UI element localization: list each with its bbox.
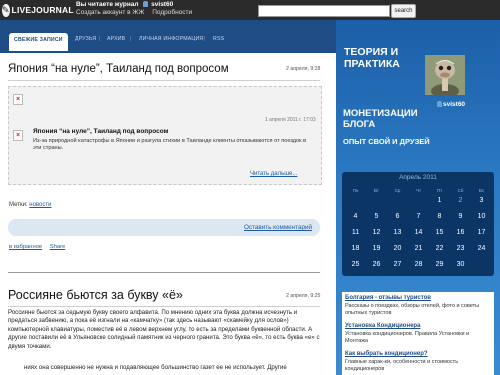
calendar-day: 1 [437, 197, 442, 204]
calendar-day: 10 [477, 213, 486, 220]
calendar-day: 17 [477, 229, 486, 236]
calendar-day: 3 [479, 197, 484, 204]
calendar-day: 24 [477, 245, 486, 252]
calendar-weekday: Чт [415, 188, 422, 193]
calendar-day: 5 [374, 213, 379, 220]
ad-text: Рассказы о поездках, обзоры отелей, фото… [345, 303, 480, 316]
post-divider [8, 306, 320, 307]
calendar-day: 12 [372, 229, 381, 236]
calendar-month[interactable]: Апрель 2011 [342, 174, 494, 181]
ad-block: Болгария - отзывы туристов Рассказы о по… [342, 292, 494, 375]
calendar-day: 27 [393, 261, 402, 268]
calendar-day: 21 [414, 245, 423, 252]
tab-separator: | [130, 36, 132, 42]
top-bar: ✎ LIVEJOURNAL Вы читаете журнал svist60 … [0, 0, 500, 20]
calendar-weekday: Сб [457, 188, 464, 193]
user-icon [143, 1, 149, 7]
post-separator [8, 272, 320, 273]
calendar-weekday: Пн [352, 188, 359, 193]
calendar-day: 18 [351, 245, 360, 252]
read-more-link[interactable]: Читать дальше... [250, 171, 297, 177]
calendar-day: 30 [456, 261, 465, 268]
calendar-day: 13 [393, 229, 402, 236]
comment-bar: Оставить комментарий [8, 219, 320, 236]
tags-label: Метки: [9, 202, 28, 208]
calendar-weekday: Ср [394, 188, 401, 193]
tab-separator: | [204, 36, 206, 42]
post-body-paragraph: ниях она совершенно не нужна и подавляющ… [24, 364, 287, 371]
reading-info: Вы читаете журнал svist60 Создать аккаун… [76, 1, 198, 17]
search-input[interactable] [258, 5, 390, 17]
calendar-weekday: Вс [478, 188, 485, 193]
embedded-article: × 1 апреля 2011 г. 17:03 × Япония “на ну… [8, 86, 322, 185]
tab-rss[interactable]: RSS [213, 36, 224, 42]
post-date[interactable]: 2 апреля, 9:25 [286, 293, 320, 299]
post-title[interactable]: Япония “на нуле”, Таиланд под вопросом [8, 63, 229, 75]
calendar-day: 6 [395, 213, 400, 220]
post-date[interactable]: 2 апреля, 9:28 [286, 66, 320, 72]
calendar-day: 22 [435, 245, 444, 252]
reading-label: Вы читаете журнал [76, 1, 139, 8]
calendar-day: 28 [414, 261, 423, 268]
calendar-day: 7 [416, 213, 421, 220]
user-icon [437, 101, 442, 107]
embed-title[interactable]: Япония “на нуле”, Таиланд под вопросом [33, 128, 168, 135]
logo-icon: ✎ [2, 3, 10, 17]
post-tags: Метки: новости [9, 202, 52, 208]
create-account-link[interactable]: Создать аккаунт в ЖЖ [76, 9, 144, 16]
journal-user-link[interactable]: svist60 [151, 1, 173, 8]
calendar-day: 25 [351, 261, 360, 268]
calendar-day: 9 [458, 213, 463, 220]
ad-text: Главные харак-ки, особенности и стоимост… [345, 359, 459, 372]
broken-image-icon: × [13, 130, 23, 141]
livejournal-logo[interactable]: ✎ LIVEJOURNAL [2, 2, 74, 18]
calendar-day: 19 [372, 245, 381, 252]
journal-subtitle-2: ОПЫТ СВОЙ И ДРУЗЕЙ [343, 137, 430, 146]
calendar-weekday: Пт [436, 188, 443, 193]
calendar-day: 4 [353, 213, 358, 220]
ad-title[interactable]: Как выбрать кондиционер? [345, 351, 428, 357]
post-actions: в избранное Share [9, 244, 71, 250]
calendar-day: 14 [414, 229, 423, 236]
post-title[interactable]: Россияне бьются за букву «ё» [8, 288, 183, 302]
calendar-day[interactable]: 2 [450, 197, 471, 204]
journal-title[interactable]: ТЕОРИЯ И ПРАКТИКА [344, 46, 424, 70]
ad-title[interactable]: Болгария - отзывы туристов [345, 295, 431, 301]
ostrich-avatar-icon [425, 55, 465, 95]
tab-separator: | [99, 36, 101, 42]
tab-friends[interactable]: ДРУЗЬЯ [75, 36, 96, 42]
calendar-day: 11 [351, 229, 360, 236]
journal-subtitle: МОНЕТИЗАЦИИ БЛОГА [343, 108, 418, 130]
share-link[interactable]: Share [50, 244, 65, 250]
ad-text: Установка кондиционеров. Правила Установ… [345, 331, 470, 344]
calendar-day: 15 [435, 229, 444, 236]
calendar: Апрель 2011 Пн Вт Ср Чт Пт Сб Вс 1 2 3 4 5 6 7 8 9 10 11 1… [342, 172, 494, 276]
embed-date: 1 апреля 2011 г. 17:03 [265, 117, 316, 123]
ad-title[interactable]: Установка Кондиционера [345, 323, 420, 329]
tab-recent-entries[interactable]: СВЕЖИЕ ЗАПИСИ [9, 33, 68, 51]
calendar-day: 8 [437, 213, 442, 220]
calendar-day: 20 [393, 245, 402, 252]
details-link[interactable]: Подробности [152, 9, 192, 16]
embed-text: Из-за природной катастрофы в Японии и ра… [33, 138, 307, 151]
calendar-day: 29 [435, 261, 444, 268]
tag-link[interactable]: новости [29, 202, 51, 208]
avatar-username[interactable]: svist60 [434, 101, 465, 108]
post-divider [8, 80, 320, 81]
add-to-favorites-link[interactable]: в избранное [9, 244, 42, 250]
search-button[interactable]: search [391, 4, 416, 18]
logo-text: LIVEJOURNAL [11, 5, 74, 15]
tab-archive[interactable]: АРХИВ [107, 36, 125, 42]
calendar-weekday: Вт [374, 188, 379, 193]
leave-comment-link[interactable]: Оставить комментарий [244, 224, 312, 231]
calendar-day: 26 [372, 261, 381, 268]
calendar-day: 23 [456, 245, 465, 252]
tab-profile[interactable]: ЛИЧНАЯ ИНФОРМАЦИЯ [139, 36, 203, 42]
user-avatar[interactable] [425, 55, 465, 95]
broken-image-icon: × [13, 94, 23, 105]
calendar-day: 16 [456, 229, 465, 236]
avatar-username-label: svist60 [443, 101, 466, 108]
journal-nav: СВЕЖИЕ ЗАПИСИ ДРУЗЬЯ | АРХИВ | ЛИЧНАЯ ИН… [0, 20, 336, 53]
post-body-paragraph: Россияне бьются за седьмую букву своего … [8, 309, 320, 350]
